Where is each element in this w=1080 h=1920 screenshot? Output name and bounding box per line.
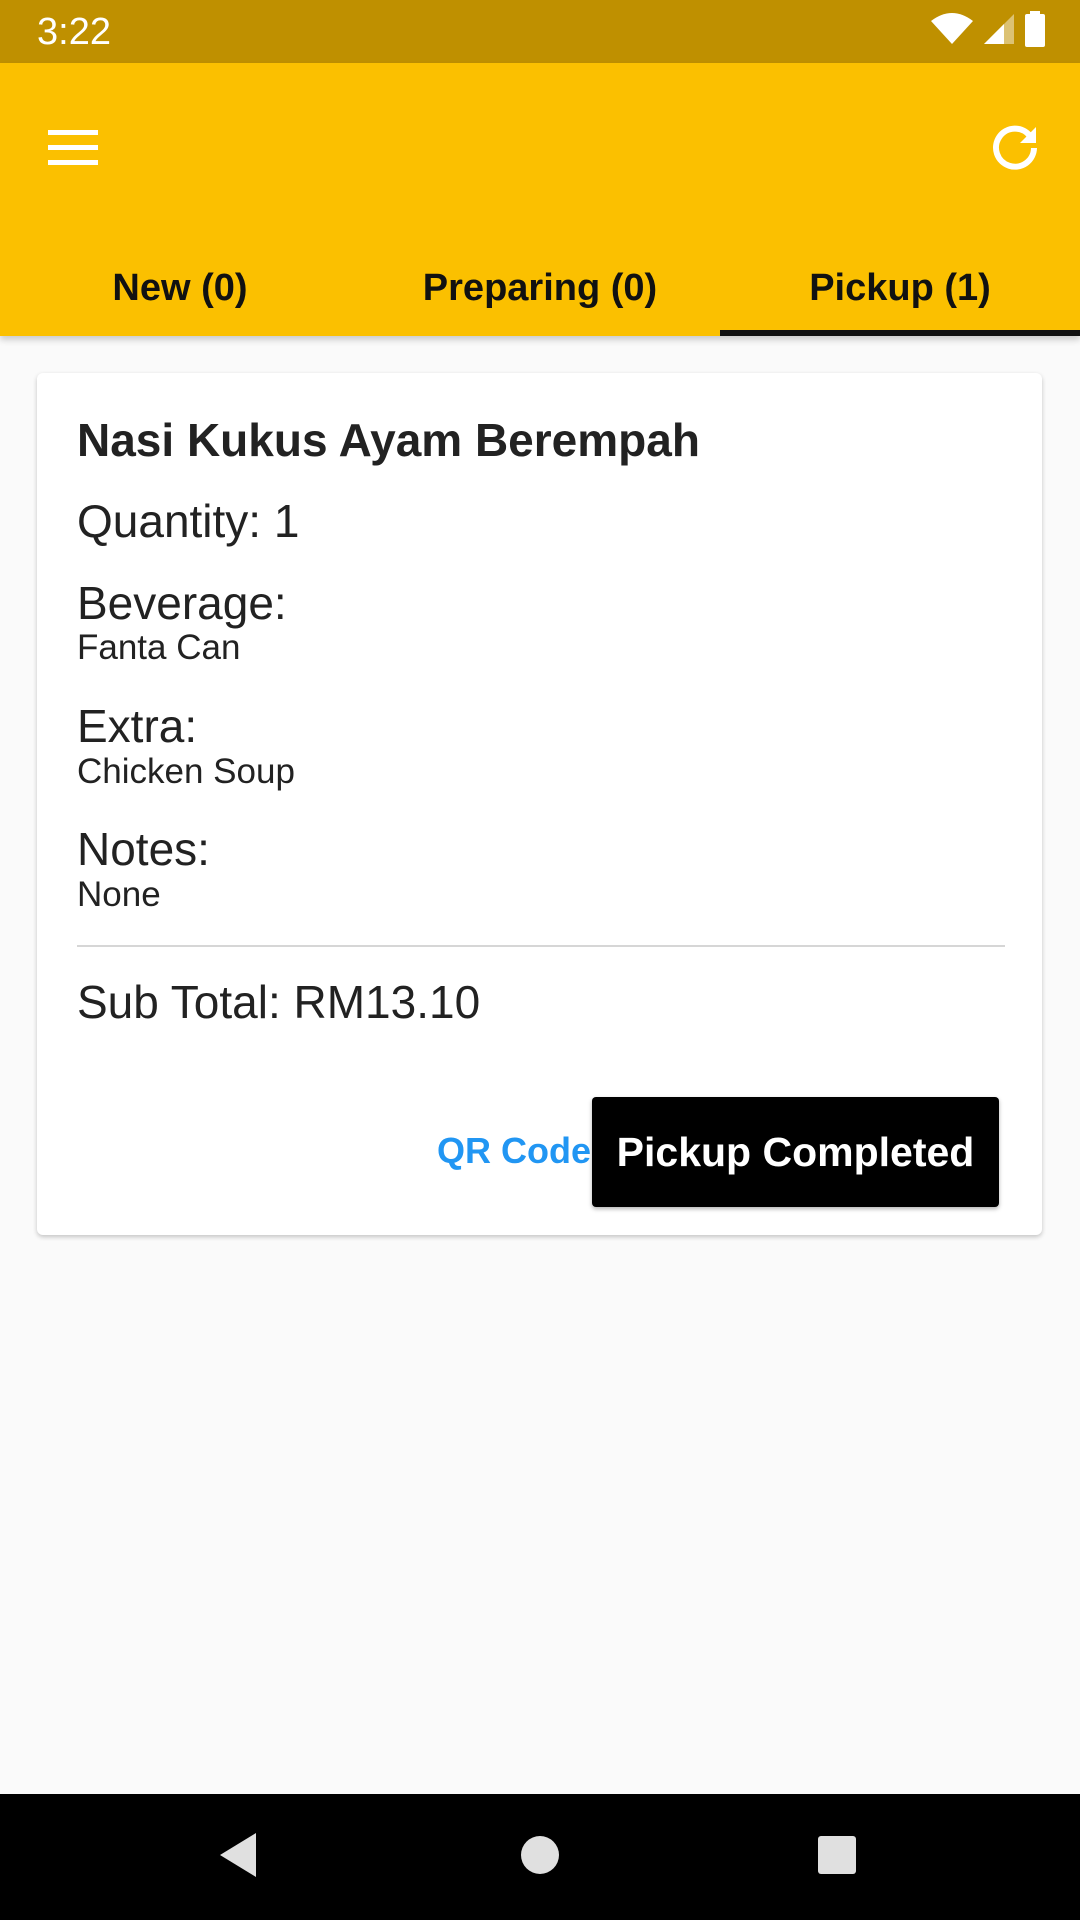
beverage-label: Beverage: bbox=[77, 577, 287, 629]
order-card: Nasi Kukus Ayam Berempah Quantity: 1 Bev… bbox=[37, 373, 1042, 1235]
tab-new[interactable]: New (0) bbox=[0, 240, 360, 336]
menu-button[interactable] bbox=[34, 111, 112, 189]
signal-icon bbox=[982, 12, 1016, 51]
quantity-text: Quantity: 1 bbox=[77, 495, 300, 547]
menu-icon bbox=[48, 129, 98, 171]
extra-label: Extra: bbox=[77, 700, 198, 752]
notes-value: None bbox=[77, 875, 161, 914]
extra-value: Chicken Soup bbox=[77, 752, 295, 791]
tab-pickup[interactable]: Pickup (1) bbox=[720, 240, 1080, 336]
refresh-button[interactable] bbox=[976, 111, 1054, 189]
home-icon bbox=[520, 1835, 560, 1880]
navigation-bar bbox=[0, 1794, 1080, 1920]
tab-bar: New (0) Preparing (0) Pickup (1) bbox=[0, 240, 1080, 336]
home-button[interactable] bbox=[499, 1816, 581, 1898]
pickup-completed-button[interactable]: Pickup Completed bbox=[592, 1097, 999, 1207]
recents-icon bbox=[817, 1835, 857, 1880]
app-bar: New (0) Preparing (0) Pickup (1) bbox=[0, 63, 1080, 336]
wifi-icon bbox=[930, 12, 974, 50]
notes-label: Notes: bbox=[77, 823, 210, 875]
subtotal-text: Sub Total: RM13.10 bbox=[77, 976, 481, 1028]
tab-preparing[interactable]: Preparing (0) bbox=[360, 240, 720, 336]
status-time: 3:22 bbox=[37, 11, 111, 53]
refresh-icon bbox=[992, 125, 1038, 176]
recents-button[interactable] bbox=[796, 1816, 878, 1898]
divider bbox=[77, 945, 1005, 947]
battery-icon bbox=[1024, 10, 1046, 52]
beverage-value: Fanta Can bbox=[77, 628, 241, 667]
item-name: Nasi Kukus Ayam Berempah bbox=[77, 414, 700, 466]
back-button[interactable] bbox=[197, 1816, 279, 1898]
back-icon bbox=[216, 1831, 260, 1884]
status-bar: 3:22 bbox=[0, 0, 1080, 63]
status-icons bbox=[930, 10, 1046, 52]
